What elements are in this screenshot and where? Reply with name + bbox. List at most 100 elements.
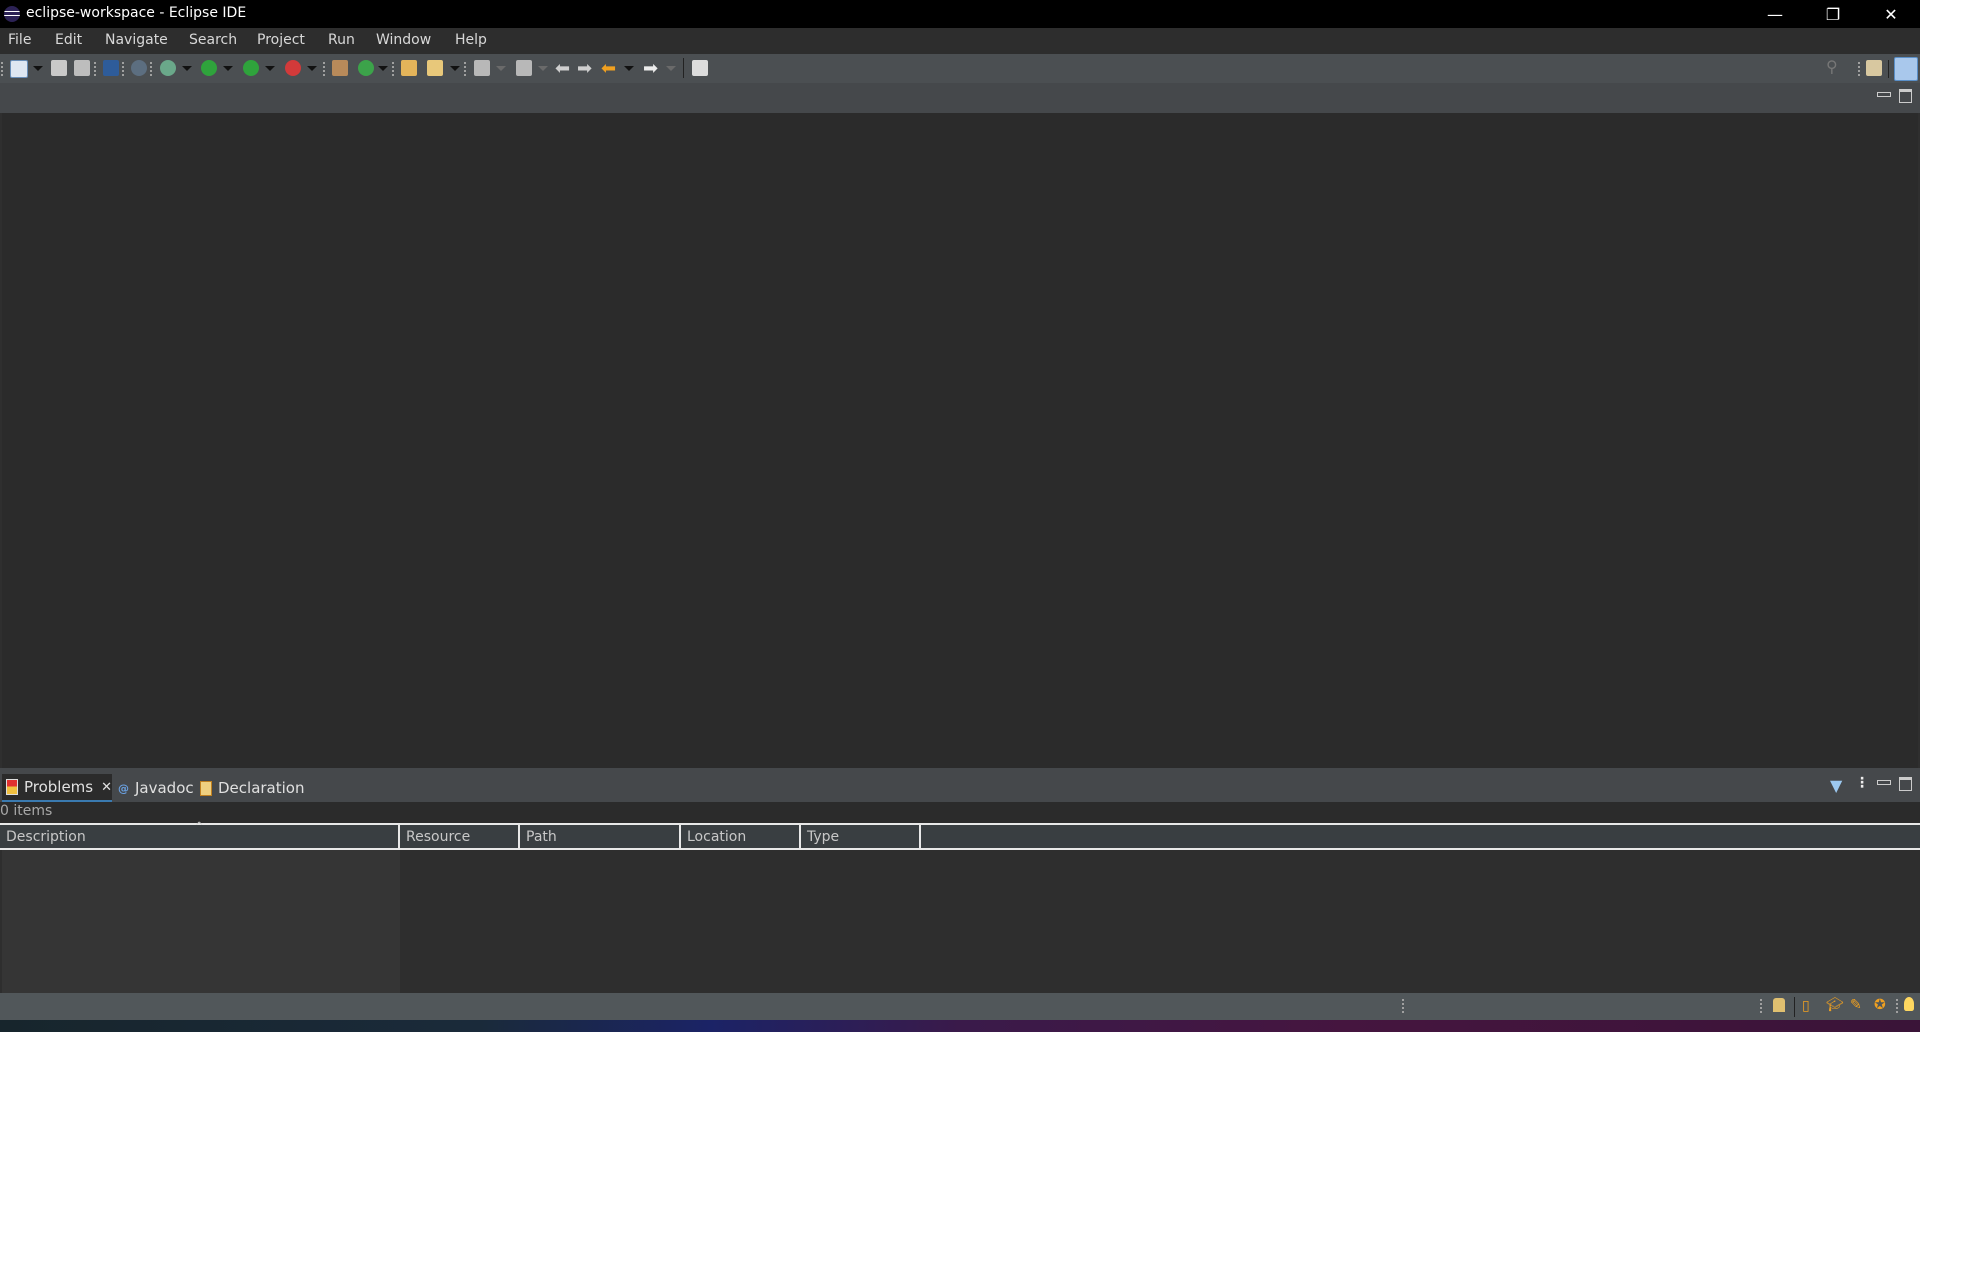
view-menu-icon[interactable]: ⋮ [1855, 775, 1869, 791]
menu-navigate[interactable]: Navigate [105, 32, 168, 48]
tab-label: Problems [23, 778, 94, 796]
menu-search[interactable]: Search [189, 32, 237, 48]
chevron-down-icon[interactable] [223, 66, 233, 71]
problems-table-body[interactable] [0, 850, 1920, 993]
chevron-down-icon[interactable] [33, 66, 43, 71]
toolbar-separator [392, 62, 396, 76]
title-bar: eclipse-workspace - Eclipse IDE — ❐ ✕ [0, 0, 1920, 28]
column-label: Description [6, 829, 86, 845]
status-divider [1794, 997, 1795, 1017]
chevron-down-icon[interactable] [450, 66, 460, 71]
toolbar-separator [323, 62, 327, 76]
external-tools-icon[interactable] [285, 60, 301, 76]
column-location[interactable]: Location [681, 825, 801, 848]
problems-icon [6, 779, 18, 795]
search-pen-icon[interactable] [427, 60, 443, 76]
toolbar-separator [94, 62, 98, 76]
maximize-view-icon[interactable] [1899, 89, 1912, 103]
tab-label: Javadoc [135, 779, 194, 797]
editor-area-header [0, 83, 1920, 113]
chevron-down-icon[interactable] [666, 66, 676, 71]
javadoc-icon: @ [118, 781, 129, 795]
tutorials-icon[interactable]: 🎓︎ [1826, 997, 1844, 1013]
column-description[interactable]: Description ^ [0, 821, 400, 848]
java-perspective-icon[interactable] [1894, 57, 1918, 81]
column-resource[interactable]: Resource [400, 825, 520, 848]
next-annotation-icon[interactable] [474, 60, 490, 76]
toolbar-separator [122, 62, 126, 76]
toolbar-separator [1, 62, 5, 76]
menu-bar: File Edit Navigate Search Project Run Wi… [0, 28, 1920, 54]
forward-icon[interactable]: ➡ [643, 58, 658, 79]
debug-icon[interactable] [160, 60, 176, 76]
back-icon[interactable]: ⬅ [601, 58, 616, 79]
open-console-icon[interactable] [692, 60, 708, 76]
column-label: Path [526, 829, 557, 845]
toolbar-divider [683, 58, 684, 78]
open-perspective-icon[interactable] [1866, 60, 1882, 76]
new-java-package-icon[interactable] [332, 60, 348, 76]
column-type[interactable]: Type [801, 825, 921, 848]
tip-icon[interactable] [1773, 998, 1785, 1012]
chevron-down-icon[interactable] [538, 66, 548, 71]
items-count: 0 items [0, 803, 53, 819]
tab-declaration[interactable]: Declaration [200, 774, 304, 802]
menu-file[interactable]: File [8, 32, 31, 48]
last-edit-location-icon[interactable]: ⬅ [555, 58, 570, 79]
tab-javadoc[interactable]: @ Javadoc [118, 774, 194, 802]
filter-icon[interactable]: ▼ [1830, 776, 1842, 795]
menu-run[interactable]: Run [328, 32, 355, 48]
column-path[interactable]: Path [520, 825, 681, 848]
run-icon[interactable] [201, 60, 217, 76]
menu-window[interactable]: Window [376, 32, 431, 48]
status-separator [1402, 999, 1406, 1013]
close-icon[interactable]: ✕ [101, 780, 112, 795]
toolbar-separator [150, 62, 154, 76]
open-type-icon[interactable] [401, 60, 417, 76]
problems-table-header: Description ^ Resource Path Location Typ… [0, 821, 1920, 850]
forward-edit-icon[interactable]: ➡ [577, 58, 592, 79]
menu-edit[interactable]: Edit [55, 32, 82, 48]
status-separator [1760, 999, 1764, 1013]
chevron-down-icon[interactable] [378, 66, 388, 71]
save-icon[interactable] [51, 60, 67, 76]
save-all-icon[interactable] [74, 60, 90, 76]
minimize-view-icon[interactable] [1877, 780, 1891, 785]
sort-ascending-icon: ^ [195, 821, 204, 832]
close-button[interactable]: ✕ [1862, 0, 1920, 28]
chevron-down-icon[interactable] [265, 66, 275, 71]
desktop-wallpaper-strip [0, 1020, 1920, 1032]
coverage-icon[interactable] [243, 60, 259, 76]
restore-button[interactable]: ❐ [1804, 0, 1862, 28]
chevron-down-icon[interactable] [182, 66, 192, 71]
new-wizard-icon[interactable] [10, 60, 28, 78]
column-label: Type [807, 829, 840, 845]
bottom-panel-tabs: Problems ✕ @ Javadoc Declaration ▼ ⋮ [0, 768, 1920, 802]
terminal-icon[interactable] [103, 60, 119, 76]
editor-area[interactable] [2, 113, 1918, 768]
toolbar-separator [464, 62, 468, 76]
status-bar: ▯ 🎓︎ ✎ ✪ [0, 993, 1920, 1020]
samples-icon[interactable]: ✎ [1850, 997, 1862, 1013]
status-separator [1896, 999, 1900, 1013]
window-title: eclipse-workspace - Eclipse IDE [26, 5, 247, 21]
menu-project[interactable]: Project [257, 32, 305, 48]
minimize-view-icon[interactable] [1877, 92, 1891, 97]
new-java-class-icon[interactable] [358, 60, 374, 76]
lightbulb-icon[interactable] [1904, 997, 1914, 1011]
chevron-down-icon[interactable] [496, 66, 506, 71]
previous-annotation-icon[interactable] [516, 60, 532, 76]
search-icon[interactable]: ⚲ [1826, 57, 1838, 76]
column-label: Location [687, 829, 747, 845]
menu-help[interactable]: Help [455, 32, 487, 48]
chevron-down-icon[interactable] [307, 66, 317, 71]
tab-problems[interactable]: Problems ✕ [2, 774, 112, 802]
skip-breakpoints-icon[interactable] [131, 60, 147, 76]
minimize-button[interactable]: — [1746, 0, 1804, 28]
declaration-icon [200, 780, 212, 796]
maximize-view-icon[interactable] [1899, 777, 1912, 791]
whats-new-icon[interactable]: ✪ [1874, 997, 1886, 1013]
overview-icon[interactable]: ▯ [1802, 998, 1810, 1014]
description-column-area [2, 850, 400, 993]
chevron-down-icon[interactable] [624, 66, 634, 71]
